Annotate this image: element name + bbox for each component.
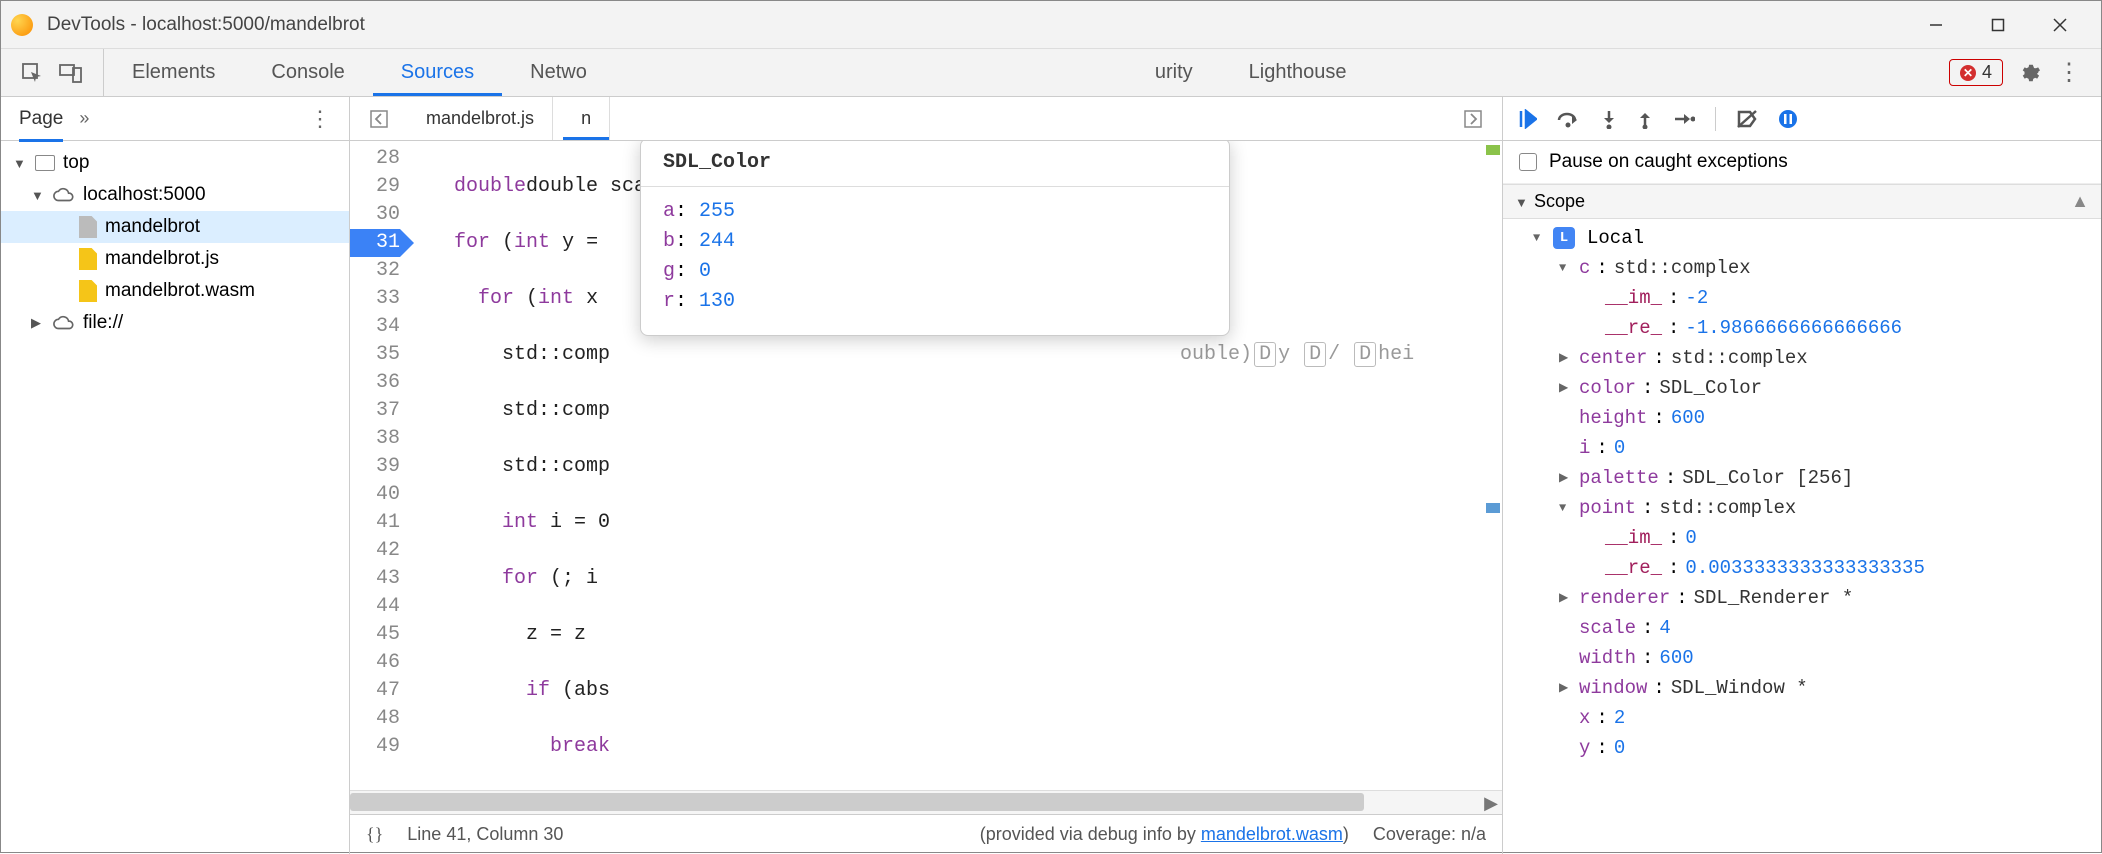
editor-horizontal-scrollbar[interactable]: ▶ <box>350 790 1502 814</box>
device-toggle-icon[interactable] <box>59 62 83 84</box>
expand-icon: ▼ <box>13 156 27 171</box>
editor-status-bar: {} Line 41, Column 30 (provided via debu… <box>350 814 1502 854</box>
scope-local[interactable]: ▼LLocal <box>1503 223 2101 253</box>
debugger-toolbar <box>1503 97 2101 141</box>
devtools-icon <box>11 14 33 36</box>
source-map-info: (provided via debug info by mandelbrot.w… <box>980 824 1349 845</box>
nav-forward-icon[interactable] <box>1454 110 1492 128</box>
window-title: DevTools - localhost:5000/mandelbrot <box>47 14 1905 36</box>
tab-console[interactable]: Console <box>243 49 372 96</box>
page-subtab[interactable]: Page <box>19 108 63 130</box>
scope-variable[interactable]: x: 2 <box>1503 703 2101 733</box>
tree-node-top[interactable]: ▼ top <box>1 147 349 179</box>
scrollbar-thumb[interactable] <box>350 793 1364 811</box>
scope-variable[interactable]: scale: 4 <box>1503 613 2101 643</box>
scope-variable[interactable]: ▶renderer: SDL_Renderer * <box>1503 583 2101 613</box>
scope-variable[interactable]: ▶color: SDL_Color <box>1503 373 2101 403</box>
error-icon: ✕ <box>1960 65 1976 81</box>
tab-elements[interactable]: Elements <box>104 49 243 96</box>
tree-label: localhost:5000 <box>83 184 206 206</box>
scope-variable[interactable]: y: 0 <box>1503 733 2101 763</box>
step-out-button[interactable] <box>1637 109 1653 129</box>
editor-scroll-overview[interactable] <box>1484 141 1502 790</box>
scope-variable[interactable]: height: 600 <box>1503 403 2101 433</box>
pretty-print-icon[interactable]: {} <box>366 824 383 845</box>
window-icon <box>35 155 55 171</box>
inspect-element-icon[interactable] <box>21 62 43 84</box>
hover-tooltip: SDL_Color a: 255b: 244g: 0r: 130 <box>640 141 1230 336</box>
scope-variable[interactable]: ▼point: std::complex <box>1503 493 2101 523</box>
scope-scroll-up-icon[interactable]: ▲ <box>2071 191 2089 212</box>
devtools-tabbar: Elements Console Sources Netwo urity Lig… <box>1 49 2101 97</box>
scope-variable[interactable]: i: 0 <box>1503 433 2101 463</box>
tree-label: top <box>63 152 89 174</box>
scope-variable[interactable]: ▶palette: SDL_Color [256] <box>1503 463 2101 493</box>
window-close-button[interactable] <box>2029 4 2091 46</box>
window-maximize-button[interactable] <box>1967 4 2029 46</box>
tree-label: mandelbrot.wasm <box>105 280 255 302</box>
file-icon <box>79 216 97 238</box>
checkbox-label: Pause on caught exceptions <box>1549 151 1788 173</box>
cursor-position: Line 41, Column 30 <box>407 824 563 845</box>
settings-icon[interactable] <box>2019 62 2041 84</box>
scope-section-header[interactable]: ▼ Scope ▲ <box>1503 184 2101 219</box>
scroll-right-icon[interactable]: ▶ <box>1484 793 1498 814</box>
tree-file-mandelbrot-wasm[interactable]: mandelbrot.wasm <box>1 275 349 307</box>
expand-icon: ▶ <box>31 315 45 331</box>
tooltip-title: SDL_Color <box>641 141 1229 187</box>
editor-panel: mandelbrot.js n 282930313233343536373839… <box>350 97 1503 854</box>
window-minimize-button[interactable] <box>1905 4 1967 46</box>
editor-tab-mandelbrot-js[interactable]: mandelbrot.js <box>408 97 553 140</box>
file-icon <box>79 248 97 270</box>
code-editor[interactable]: 2829303132333435363738394041424344454647… <box>350 141 1502 790</box>
scope-variable[interactable]: __re_: -1.9866666666666666 <box>1503 313 2101 343</box>
file-icon <box>79 280 97 302</box>
pause-on-exceptions-button[interactable] <box>1778 109 1798 129</box>
tab-sources[interactable]: Sources <box>373 49 502 96</box>
coverage-info: Coverage: n/a <box>1373 824 1486 845</box>
navigator-panel: Page » ⋮ ▼ top ▼ localhost:5000 mandelbr… <box>1 97 350 854</box>
tree-label: file:// <box>83 312 123 334</box>
more-tabs-icon[interactable]: » <box>79 108 89 129</box>
nav-back-icon[interactable] <box>360 110 398 128</box>
window-titlebar: DevTools - localhost:5000/mandelbrot <box>1 1 2101 49</box>
resume-button[interactable] <box>1519 109 1537 129</box>
scope-variable[interactable]: __re_: 0.0033333333333333335 <box>1503 553 2101 583</box>
more-menu-icon[interactable]: ⋮ <box>2057 58 2081 87</box>
scope-variable[interactable]: __im_: -2 <box>1503 283 2101 313</box>
line-gutter[interactable]: 2829303132333435363738394041424344454647… <box>350 141 410 790</box>
step-over-button[interactable] <box>1557 110 1581 128</box>
pause-on-caught-checkbox-row[interactable]: Pause on caught exceptions <box>1503 141 2101 184</box>
cloud-icon <box>53 315 75 331</box>
debugger-panel: Pause on caught exceptions ▼ Scope ▲ ▼LL… <box>1503 97 2101 854</box>
scope-variable[interactable]: ▶center: std::complex <box>1503 343 2101 373</box>
tab-network[interactable]: Netwo <box>502 49 615 96</box>
scope-variable[interactable]: ▶window: SDL_Window * <box>1503 673 2101 703</box>
tree-label: mandelbrot <box>105 216 200 238</box>
tree-node-host[interactable]: ▼ localhost:5000 <box>1 179 349 211</box>
navigator-menu-icon[interactable]: ⋮ <box>309 106 331 132</box>
tab-lighthouse[interactable]: Lighthouse <box>1221 49 1375 96</box>
editor-tab-active[interactable]: n <box>563 97 610 140</box>
cloud-icon <box>53 187 75 203</box>
tree-file-mandelbrot-js[interactable]: mandelbrot.js <box>1 243 349 275</box>
tree-node-file-scheme[interactable]: ▶ file:// <box>1 307 349 339</box>
source-map-link[interactable]: mandelbrot.wasm <box>1201 824 1343 844</box>
tree-label: mandelbrot.js <box>105 248 219 270</box>
step-button[interactable] <box>1673 111 1695 127</box>
scope-tree[interactable]: ▼LLocal▼c: std::complex__im_: -2__re_: -… <box>1503 219 2101 854</box>
tree-file-mandelbrot[interactable]: mandelbrot <box>1 211 349 243</box>
scope-variable[interactable]: __im_: 0 <box>1503 523 2101 553</box>
scope-variable[interactable]: width: 600 <box>1503 643 2101 673</box>
checkbox[interactable] <box>1519 153 1537 171</box>
expand-icon: ▼ <box>31 188 45 203</box>
scope-variable[interactable]: ▼c: std::complex <box>1503 253 2101 283</box>
error-count: 4 <box>1982 62 1992 83</box>
deactivate-breakpoints-button[interactable] <box>1736 109 1758 129</box>
error-count-badge[interactable]: ✕ 4 <box>1949 59 2003 86</box>
tab-security-partial[interactable]: urity <box>615 49 1221 96</box>
step-into-button[interactable] <box>1601 109 1617 129</box>
